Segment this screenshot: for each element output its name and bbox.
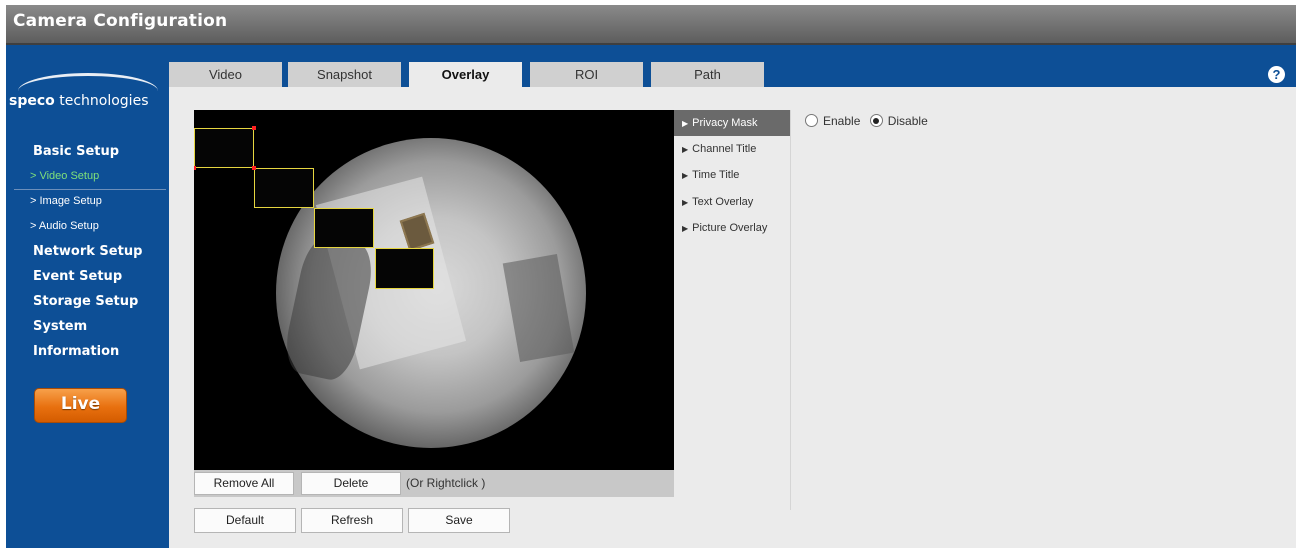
privacy-mask-toggle: Enable Disable bbox=[805, 114, 928, 128]
help-icon[interactable]: ? bbox=[1268, 66, 1285, 83]
tab-roi[interactable]: ROI bbox=[530, 62, 643, 87]
overlay-item-label: Privacy Mask bbox=[692, 117, 758, 129]
enable-radio[interactable] bbox=[805, 114, 818, 127]
overlay-item-label: Picture Overlay bbox=[692, 222, 768, 234]
app-frame: Camera Configuration speco technologies … bbox=[6, 5, 1296, 548]
caret-right-icon: ▶ bbox=[682, 224, 689, 233]
overlay-item-label: Time Title bbox=[692, 169, 740, 181]
overlay-item-picture-overlay[interactable]: ▶ Picture Overlay bbox=[674, 215, 790, 241]
menu-basic-setup[interactable]: Basic Setup bbox=[33, 144, 119, 159]
submenu-divider bbox=[14, 189, 166, 190]
default-button[interactable]: Default bbox=[194, 508, 296, 533]
menu-network-setup[interactable]: Network Setup bbox=[33, 244, 142, 259]
rightclick-hint: (Or Rightclick ) bbox=[406, 476, 486, 490]
resize-handle[interactable] bbox=[252, 166, 256, 170]
logo: speco technologies bbox=[9, 93, 148, 109]
overlay-item-time-title[interactable]: ▶ Time Title bbox=[674, 162, 790, 188]
overlay-item-privacy-mask[interactable]: ▶ Privacy Mask bbox=[674, 110, 790, 136]
panel-divider bbox=[790, 110, 791, 510]
menu-event-setup[interactable]: Event Setup bbox=[33, 269, 122, 284]
tab-overlay[interactable]: Overlay bbox=[409, 62, 522, 89]
privacy-mask-region[interactable] bbox=[375, 248, 434, 289]
live-button[interactable]: Live bbox=[34, 388, 127, 423]
menu-system[interactable]: System bbox=[33, 319, 87, 334]
resize-handle[interactable] bbox=[252, 126, 256, 130]
disable-radio[interactable] bbox=[869, 114, 883, 127]
remove-all-button[interactable]: Remove All bbox=[194, 472, 294, 495]
save-button[interactable]: Save bbox=[408, 508, 510, 533]
window-title: Camera Configuration bbox=[13, 11, 228, 31]
submenu-image-setup[interactable]: > Image Setup bbox=[30, 195, 102, 207]
title-bar: Camera Configuration bbox=[6, 5, 1296, 45]
overlay-item-text-overlay[interactable]: ▶ Text Overlay bbox=[674, 189, 790, 215]
delete-button[interactable]: Delete bbox=[301, 472, 401, 495]
overlay-item-channel-title[interactable]: ▶ Channel Title bbox=[674, 136, 790, 162]
caret-right-icon: ▶ bbox=[682, 119, 689, 128]
tab-path[interactable]: Path bbox=[651, 62, 764, 87]
overlay-item-label: Channel Title bbox=[692, 143, 757, 155]
fisheye-image bbox=[276, 138, 586, 448]
privacy-mask-region[interactable] bbox=[314, 208, 374, 248]
logo-bold: speco bbox=[9, 93, 55, 109]
fisheye-doorway bbox=[502, 253, 575, 363]
refresh-button[interactable]: Refresh bbox=[301, 508, 403, 533]
video-preview[interactable] bbox=[194, 110, 674, 470]
content-panel: Remove All Delete (Or Rightclick ) ▶ Priv… bbox=[169, 87, 1296, 548]
resize-handle[interactable] bbox=[194, 166, 196, 170]
caret-right-icon: ▶ bbox=[682, 145, 689, 154]
privacy-mask-region[interactable] bbox=[254, 168, 314, 208]
tab-snapshot[interactable]: Snapshot bbox=[288, 62, 401, 87]
caret-right-icon: ▶ bbox=[682, 198, 689, 207]
logo-rest: technologies bbox=[54, 93, 149, 109]
tab-video[interactable]: Video bbox=[169, 62, 282, 87]
disable-label: Disable bbox=[887, 114, 928, 128]
menu-storage-setup[interactable]: Storage Setup bbox=[33, 294, 138, 309]
overlay-item-label: Text Overlay bbox=[692, 196, 754, 208]
sidebar: speco technologies Basic Setup > Video S… bbox=[6, 45, 166, 548]
privacy-mask-region[interactable] bbox=[194, 128, 254, 168]
enable-label: Enable bbox=[823, 114, 861, 128]
submenu-video-setup[interactable]: > Video Setup bbox=[30, 170, 99, 182]
menu-information[interactable]: Information bbox=[33, 344, 119, 359]
submenu-audio-setup[interactable]: > Audio Setup bbox=[30, 220, 99, 232]
overlay-menu: ▶ Privacy Mask ▶ Channel Title ▶ Time Title… bbox=[674, 110, 790, 510]
caret-right-icon: ▶ bbox=[682, 171, 689, 180]
